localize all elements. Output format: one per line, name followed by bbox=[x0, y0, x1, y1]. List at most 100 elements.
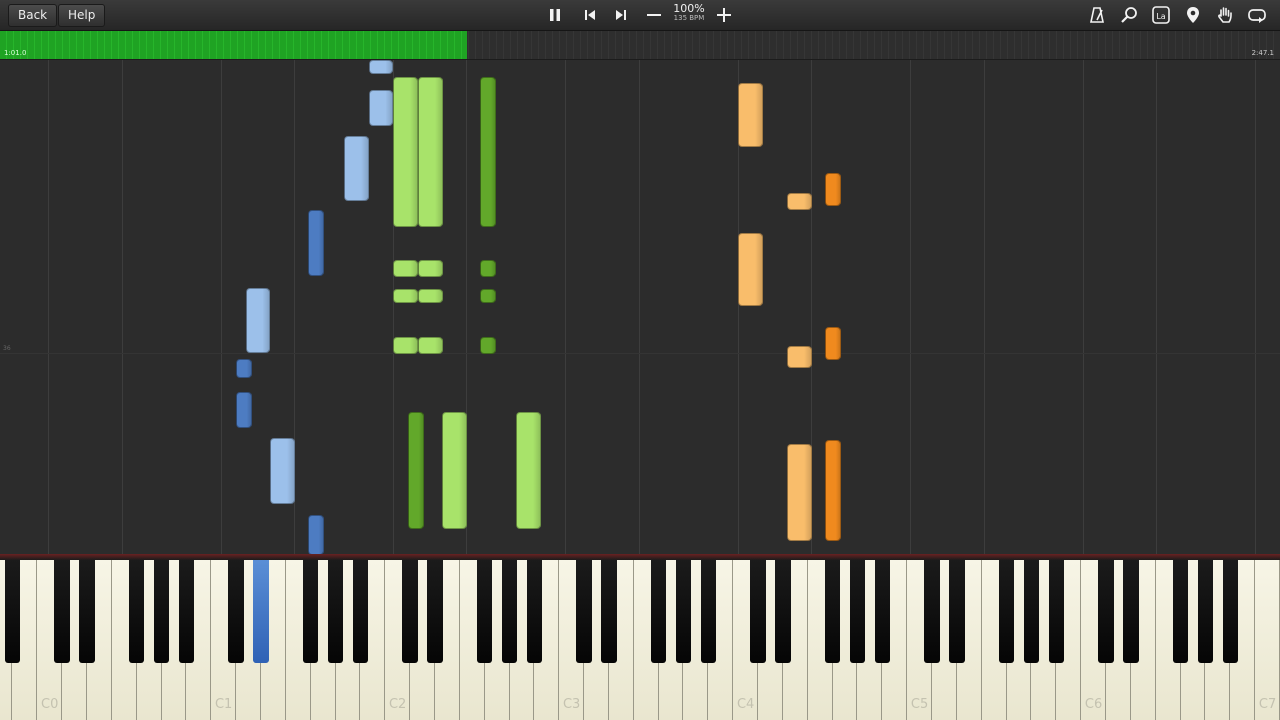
black-key[interactable] bbox=[1172, 560, 1189, 663]
total-time: 2:47.1 bbox=[1251, 49, 1274, 57]
timeline-scrubber[interactable]: 1:01.0 2:47.1 bbox=[0, 31, 1280, 60]
note bbox=[246, 288, 270, 353]
piano-roll: 36 bbox=[0, 60, 1280, 554]
note bbox=[369, 60, 393, 74]
black-key[interactable] bbox=[1023, 560, 1040, 663]
black-key[interactable] bbox=[650, 560, 667, 663]
note bbox=[393, 337, 418, 354]
black-key[interactable] bbox=[1048, 560, 1064, 663]
black-key[interactable] bbox=[775, 560, 791, 663]
skip-forward-icon[interactable] bbox=[611, 5, 631, 25]
octave-label: C2 bbox=[388, 697, 407, 712]
black-key[interactable] bbox=[128, 560, 145, 663]
metronome-icon[interactable] bbox=[1087, 5, 1107, 25]
location-pin-icon[interactable] bbox=[1183, 5, 1203, 25]
black-key[interactable] bbox=[675, 560, 692, 663]
minus-icon[interactable] bbox=[644, 5, 664, 25]
skip-back-icon[interactable] bbox=[580, 5, 600, 25]
octave-label: C1 bbox=[214, 697, 233, 712]
grid-line bbox=[639, 60, 640, 554]
current-time: 1:01.0 bbox=[4, 49, 27, 57]
grid-line bbox=[1255, 60, 1256, 554]
black-key[interactable] bbox=[949, 560, 965, 663]
black-key[interactable] bbox=[849, 560, 866, 663]
white-key[interactable] bbox=[1255, 560, 1280, 720]
grid-line bbox=[1156, 60, 1157, 554]
black-key[interactable] bbox=[228, 560, 244, 663]
black-key[interactable] bbox=[750, 560, 766, 663]
black-key[interactable] bbox=[79, 560, 95, 663]
grid-line bbox=[122, 60, 123, 554]
black-key[interactable] bbox=[178, 560, 195, 663]
black-key[interactable] bbox=[4, 560, 21, 663]
note bbox=[480, 77, 496, 227]
black-key[interactable] bbox=[1197, 560, 1214, 663]
black-key[interactable] bbox=[402, 560, 418, 663]
note bbox=[516, 412, 541, 529]
grid-line bbox=[565, 60, 566, 554]
note bbox=[418, 77, 443, 227]
black-key[interactable] bbox=[427, 560, 443, 663]
pause-icon[interactable] bbox=[545, 5, 565, 25]
grid-line bbox=[221, 60, 222, 554]
black-key[interactable] bbox=[1123, 560, 1139, 663]
plus-icon[interactable] bbox=[714, 5, 734, 25]
note bbox=[480, 260, 496, 277]
black-key[interactable] bbox=[327, 560, 344, 663]
black-key[interactable] bbox=[153, 560, 170, 663]
black-key[interactable] bbox=[700, 560, 717, 663]
help-button[interactable]: Help bbox=[58, 4, 106, 27]
black-key[interactable] bbox=[352, 560, 369, 663]
note bbox=[308, 515, 324, 554]
black-key[interactable] bbox=[253, 560, 269, 663]
black-key[interactable] bbox=[998, 560, 1015, 663]
black-key[interactable] bbox=[1098, 560, 1114, 663]
black-key[interactable] bbox=[924, 560, 940, 663]
black-key[interactable] bbox=[476, 560, 493, 663]
grid-line bbox=[48, 60, 49, 554]
note bbox=[787, 346, 812, 368]
black-key[interactable] bbox=[874, 560, 891, 663]
black-key[interactable] bbox=[1222, 560, 1238, 663]
black-key[interactable] bbox=[824, 560, 841, 663]
note bbox=[393, 77, 418, 227]
black-key[interactable] bbox=[601, 560, 617, 663]
note bbox=[442, 412, 467, 529]
note bbox=[408, 412, 424, 529]
note bbox=[236, 359, 252, 378]
label-icon[interactable]: La bbox=[1151, 5, 1171, 25]
note bbox=[825, 327, 841, 360]
note bbox=[344, 136, 369, 201]
piano-keyboard: C0 C1 C2 C3 C4 C5 C6 C7 bbox=[0, 560, 1280, 720]
octave-label: C6 bbox=[1084, 697, 1103, 712]
note bbox=[418, 337, 443, 354]
note bbox=[393, 289, 418, 303]
note bbox=[787, 193, 812, 210]
grid-line bbox=[1083, 60, 1084, 554]
black-key[interactable] bbox=[576, 560, 592, 663]
loop-icon[interactable] bbox=[1247, 5, 1267, 25]
back-button[interactable]: Back bbox=[8, 4, 58, 27]
speed-percent: 100% bbox=[673, 2, 705, 15]
progress-fill bbox=[0, 31, 468, 59]
black-key[interactable] bbox=[54, 560, 70, 663]
search-icon[interactable] bbox=[1119, 5, 1139, 25]
octave-label: C5 bbox=[910, 697, 929, 712]
hand-icon[interactable] bbox=[1215, 5, 1235, 25]
octave-label: C0 bbox=[41, 697, 59, 712]
note bbox=[236, 392, 252, 428]
note bbox=[480, 289, 496, 303]
note bbox=[825, 173, 841, 206]
black-key[interactable] bbox=[501, 560, 518, 663]
bpm-readout: 135 BPM bbox=[673, 14, 705, 22]
grid-line bbox=[910, 60, 911, 554]
note bbox=[369, 90, 393, 126]
note bbox=[738, 83, 763, 147]
black-key[interactable] bbox=[526, 560, 543, 663]
measure-number: 36 bbox=[3, 345, 11, 352]
note bbox=[787, 444, 812, 541]
note bbox=[825, 440, 841, 541]
black-key[interactable] bbox=[302, 560, 319, 663]
toolbar: Back Help 100% 135 BPM La bbox=[0, 0, 1280, 31]
measure-line bbox=[0, 353, 1280, 354]
